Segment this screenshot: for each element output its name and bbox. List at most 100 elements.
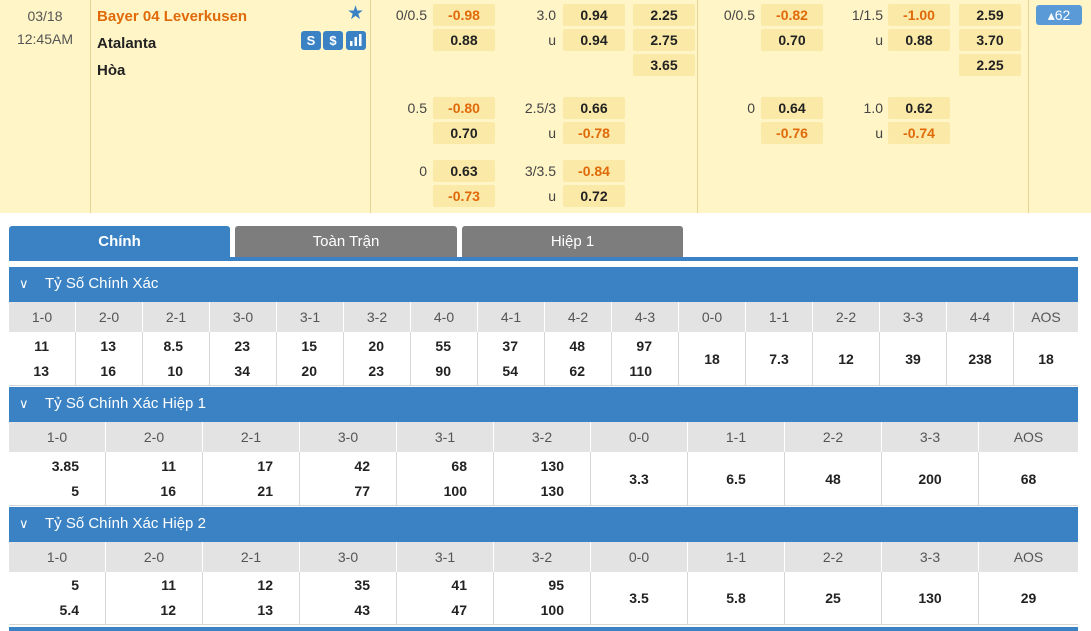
score-odds-cell[interactable]: 13 16 [76, 332, 143, 385]
odds-cell[interactable]: -1.00 [888, 4, 950, 26]
odds-cell[interactable]: 3.70 [959, 29, 1021, 51]
score-odds-cell[interactable]: 41 47 [397, 572, 494, 624]
score-odds-cell[interactable]: 6.5 [688, 452, 785, 505]
section-header[interactable]: ∨ Tỷ Số Chính Xác [9, 267, 1078, 302]
odds-cell[interactable]: -0.80 [433, 97, 495, 119]
odds-cell[interactable]: -0.73 [433, 185, 495, 207]
score-column-header: AOS [1031, 309, 1061, 325]
odds-cell[interactable]: 2.25 [959, 54, 1021, 76]
score-header-row: 1-0 2-0 2-1 3-0 3-1 3-2 4-0 4-1 4-2 4-3 … [9, 302, 1078, 332]
score-odds-cell[interactable]: 95 100 [494, 572, 591, 624]
score-odds-cell[interactable]: 11 13 [9, 332, 76, 385]
score-odds-cell[interactable]: 5 5.4 [9, 572, 106, 624]
odds-cell[interactable]: 3.65 [633, 54, 695, 76]
score-odds-row: 5 5.4 11 12 12 13 35 43 41 47 95 100 3.5 5.8 2… [9, 572, 1078, 625]
score-column-header: 3-0 [210, 302, 277, 332]
odds-cell[interactable]: 0.63 [433, 160, 495, 182]
section-title: Tỷ Số Chính Xác Hiệp 1 [45, 395, 206, 412]
score-odds-cell[interactable]: 42 77 [300, 452, 397, 505]
score-odds-cell[interactable]: 3.3 [591, 452, 688, 505]
odds-cell[interactable]: -0.82 [761, 4, 823, 26]
tab-hiep-1[interactable]: Hiệp 1 [462, 226, 683, 257]
score-odds-cell[interactable]: 238 [947, 332, 1014, 385]
score-odds-cell[interactable]: 20 23 [344, 332, 411, 385]
section-divider [9, 627, 1078, 631]
score-column-header: 3-0 [300, 542, 397, 572]
score-odds-cell[interactable]: 39 [880, 332, 947, 385]
chevron-down-icon: ∨ [19, 516, 29, 531]
tab-toan-tran[interactable]: Toàn Trận [235, 226, 457, 257]
score-odds-cell[interactable]: 23 34 [210, 332, 277, 385]
score-odds-cell[interactable]: 68 100 [397, 452, 494, 505]
tab-chinh[interactable]: Chính [9, 226, 230, 257]
score-odds-cell[interactable]: 12 13 [203, 572, 300, 624]
bar-chart-icon[interactable] [346, 31, 366, 50]
odds-cell[interactable]: 0.62 [888, 97, 950, 119]
score-column-header: 4-1 [478, 302, 545, 332]
odds-cell[interactable]: 0.94 [563, 29, 625, 51]
odds-cell[interactable]: 2.59 [959, 4, 1021, 26]
odds-cell[interactable]: 2.75 [633, 29, 695, 51]
odds-cell[interactable]: -0.98 [433, 4, 495, 26]
score-odds-cell[interactable]: 97 110 [612, 332, 679, 385]
odds-cell[interactable]: 0.70 [433, 122, 495, 144]
score-odds-cell[interactable]: 8.5 10 [143, 332, 210, 385]
odds-cell[interactable]: 0.64 [761, 97, 823, 119]
match-row: 03/18 12:45AM Bayer 04 Leverkusen Atalan… [0, 0, 1091, 213]
score-odds-cell[interactable]: 7.3 [746, 332, 813, 385]
score-column-header: 3-1 [397, 422, 494, 452]
odds-cell[interactable]: -0.76 [761, 122, 823, 144]
odds-cell[interactable]: 2.25 [633, 4, 695, 26]
odds-cell[interactable]: -0.74 [888, 122, 950, 144]
score-odds-cell[interactable]: 15 20 [277, 332, 344, 385]
score-odds-cell[interactable]: 48 [785, 452, 882, 505]
chevron-down-icon: ∨ [19, 396, 29, 411]
score-odds-row: 11 13 13 16 8.5 10 23 34 15 20 20 23 55 90 37 54… [9, 332, 1078, 386]
dollar-icon[interactable]: $ [323, 31, 343, 50]
score-column-header: 3-1 [277, 302, 344, 332]
more-markets-button[interactable]: ▴62 [1036, 5, 1082, 25]
score-column-header: 1-0 [9, 542, 106, 572]
score-odds-cell[interactable]: 130 [882, 572, 979, 624]
stats-s-icon[interactable]: S [301, 31, 321, 50]
score-column-header: 4-4 [947, 302, 1014, 332]
score-odds-cell[interactable]: 35 43 [300, 572, 397, 624]
score-header-row: 1-0 2-0 2-1 3-0 3-1 3-2 0-0 1-1 2-2 3-3 … [9, 542, 1078, 572]
section-header[interactable]: ∨ Tỷ Số Chính Xác Hiệp 1 [9, 387, 1078, 422]
section-exact-score: ∨ Tỷ Số Chính Xác 1-0 2-0 2-1 3-0 3-1 3-… [9, 267, 1078, 386]
odds-cell[interactable]: -0.78 [563, 122, 625, 144]
score-odds-cell[interactable]: 18 [679, 332, 746, 385]
score-odds-cell[interactable]: 25 [785, 572, 882, 624]
away-team-name[interactable]: Atalanta [97, 35, 156, 52]
score-odds-cell[interactable]: 3.5 [591, 572, 688, 624]
section-header[interactable]: ∨ Tỷ Số Chính Xác Hiệp 2 [9, 507, 1078, 542]
score-odds-cell[interactable]: 11 16 [106, 452, 203, 505]
home-team-name[interactable]: Bayer 04 Leverkusen [97, 8, 247, 25]
section-title: Tỷ Số Chính Xác [45, 275, 159, 292]
odds-cell[interactable]: 0.88 [433, 29, 495, 51]
score-odds-cell[interactable]: 48 62 [545, 332, 612, 385]
score-odds-cell[interactable]: 17 21 [203, 452, 300, 505]
score-odds-cell[interactable]: 130 130 [494, 452, 591, 505]
score-odds-cell[interactable]: 18 [1014, 332, 1078, 385]
score-odds-cell[interactable]: 29 [979, 572, 1078, 624]
odds-cell[interactable]: -0.84 [563, 160, 625, 182]
score-column-header: 3-3 [882, 422, 979, 452]
odds-cell[interactable]: 0.94 [563, 4, 625, 26]
score-column-header: 3-3 [880, 302, 947, 332]
odds-cell[interactable]: 0.70 [761, 29, 823, 51]
odds-cell[interactable]: 0.88 [888, 29, 950, 51]
score-odds-cell[interactable]: 37 54 [478, 332, 545, 385]
score-odds-cell[interactable]: 68 [979, 452, 1078, 505]
score-odds-cell[interactable]: 12 [813, 332, 880, 385]
score-odds-cell[interactable]: 200 [882, 452, 979, 505]
score-odds-cell[interactable]: 5.8 [688, 572, 785, 624]
odds-cell[interactable]: 0.72 [563, 185, 625, 207]
favorite-star-icon[interactable]: ★ [347, 4, 364, 24]
score-column-header: 0-0 [591, 542, 688, 572]
score-odds-cell[interactable]: 55 90 [411, 332, 478, 385]
score-column-header: 2-1 [203, 422, 300, 452]
odds-cell[interactable]: 0.66 [563, 97, 625, 119]
score-odds-cell[interactable]: 11 12 [106, 572, 203, 624]
score-odds-cell[interactable]: 3.85 5 [9, 452, 106, 505]
